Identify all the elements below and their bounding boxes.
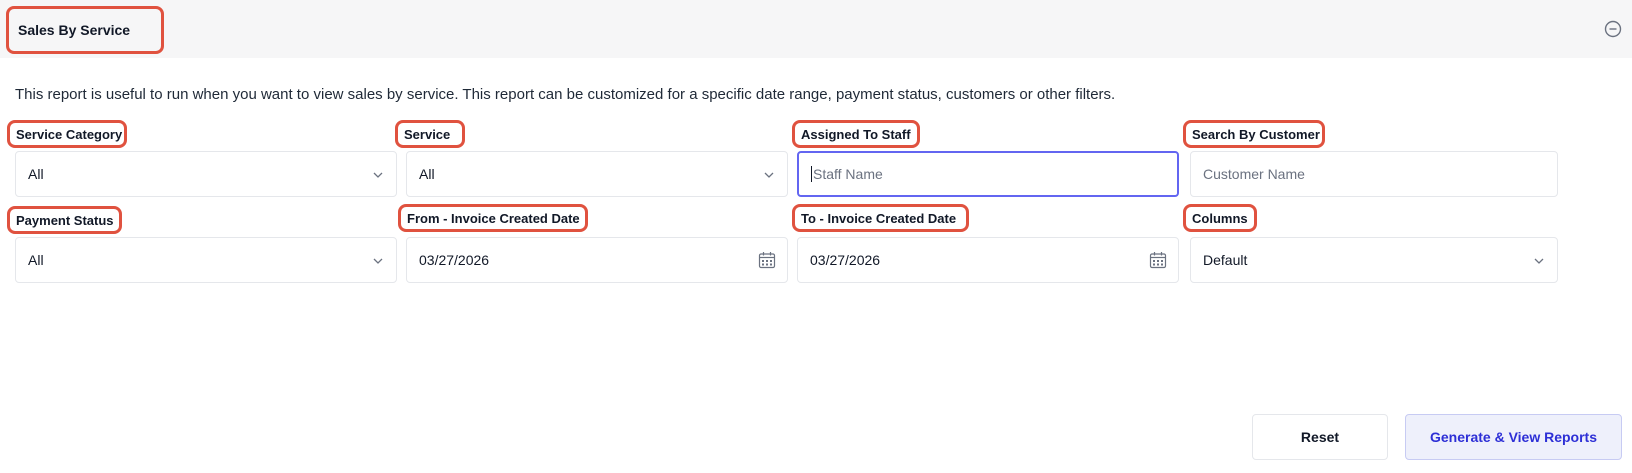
- columns-label: Columns: [1183, 204, 1257, 232]
- text-cursor: [811, 166, 812, 182]
- reset-button[interactable]: Reset: [1252, 414, 1388, 460]
- report-description: This report is useful to run when you wa…: [15, 86, 1116, 103]
- from-date-label: From - Invoice Created Date: [398, 204, 588, 232]
- from-date-input[interactable]: 03/27/2026: [406, 237, 788, 283]
- report-header: Sales By Service: [0, 0, 1632, 58]
- service-category-select[interactable]: All: [15, 151, 397, 197]
- report-title-text: Sales By Service: [18, 22, 131, 38]
- columns-select[interactable]: Default: [1190, 237, 1558, 283]
- report-title: Sales By Service: [6, 6, 164, 54]
- minus-circle-icon[interactable]: [1604, 20, 1622, 38]
- payment-status-label: Payment Status: [7, 206, 122, 234]
- chevron-down-icon: [373, 172, 383, 178]
- to-date-value: 03/27/2026: [810, 252, 881, 268]
- staff-name-input[interactable]: Staff Name: [797, 151, 1179, 197]
- payment-status-value: All: [28, 252, 44, 268]
- payment-status-select[interactable]: All: [15, 237, 397, 283]
- from-date-value: 03/27/2026: [419, 252, 490, 268]
- service-select[interactable]: All: [406, 151, 788, 197]
- service-category-label: Service Category: [7, 120, 127, 148]
- chevron-down-icon: [373, 258, 383, 264]
- to-date-label: To - Invoice Created Date: [792, 204, 969, 232]
- generate-reports-button[interactable]: Generate & View Reports: [1405, 414, 1622, 460]
- calendar-icon[interactable]: [1148, 250, 1168, 270]
- chevron-down-icon: [1534, 258, 1544, 264]
- chevron-down-icon: [764, 172, 774, 178]
- columns-value: Default: [1203, 252, 1248, 268]
- customer-name-input[interactable]: Customer Name: [1190, 151, 1558, 197]
- assigned-staff-label: Assigned To Staff: [792, 120, 920, 148]
- service-category-value: All: [28, 166, 44, 182]
- to-date-input[interactable]: 03/27/2026: [797, 237, 1179, 283]
- service-label: Service: [395, 120, 465, 148]
- calendar-icon[interactable]: [757, 250, 777, 270]
- customer-name-placeholder: Customer Name: [1203, 166, 1305, 182]
- staff-name-placeholder: Staff Name: [813, 166, 883, 182]
- service-value: All: [419, 166, 435, 182]
- search-customer-label: Search By Customer: [1183, 120, 1325, 148]
